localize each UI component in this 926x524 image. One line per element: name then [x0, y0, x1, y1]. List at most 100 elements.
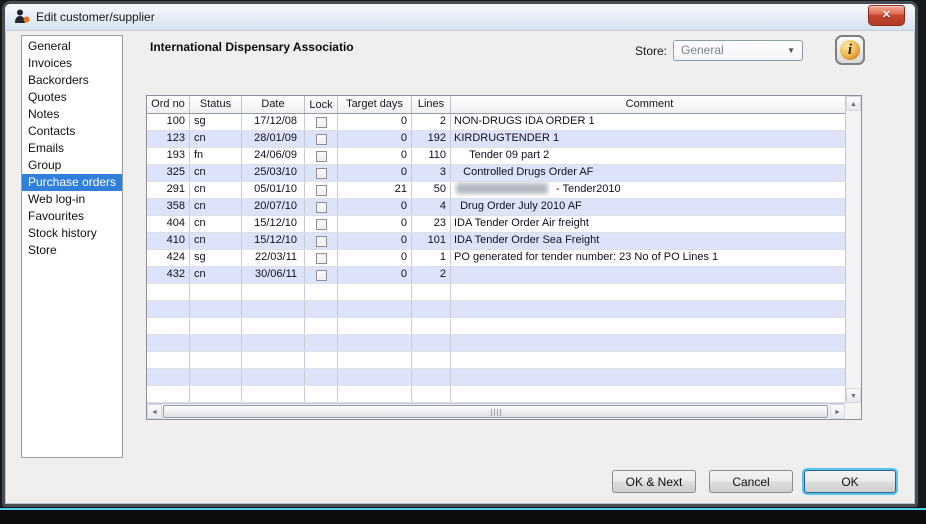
column-header-comment[interactable]: Comment [451, 96, 845, 113]
cell-empty [338, 301, 412, 317]
table-body: 100sg17/12/0802NON-DRUGS IDA ORDER 1123c… [147, 114, 845, 403]
scroll-left-icon[interactable]: ◄ [147, 404, 162, 419]
comment-text: Drug Order July 2010 AF [454, 200, 582, 212]
lock-checkbox[interactable] [316, 151, 327, 162]
cell-target-days: 0 [338, 148, 412, 164]
cell-status: cn [190, 199, 242, 215]
table-row[interactable]: 291cn05/01/102150- Tender2010 [147, 182, 845, 199]
cell-empty [147, 369, 190, 385]
table-row[interactable]: 100sg17/12/0802NON-DRUGS IDA ORDER 1 [147, 114, 845, 131]
ok-button[interactable]: OK [804, 470, 896, 493]
cell-empty [338, 318, 412, 334]
cell-lines: 4 [412, 199, 451, 215]
sidebar-item-store[interactable]: Store [22, 242, 122, 259]
cell-ord-no: 291 [147, 182, 190, 198]
table-row[interactable]: 358cn20/07/1004 Drug Order July 2010 AF [147, 199, 845, 216]
scroll-up-icon[interactable]: ▲ [846, 96, 861, 111]
sidebar-item-favourites[interactable]: Favourites [22, 208, 122, 225]
table-row[interactable]: 193fn24/06/090110 Tender 09 part 2 [147, 148, 845, 165]
cell-empty [338, 335, 412, 351]
cell-empty [190, 386, 242, 402]
cell-ord-no: 432 [147, 267, 190, 283]
cell-empty [412, 386, 451, 402]
comment-text: - Tender2010 [556, 183, 621, 195]
scroll-right-icon[interactable]: ► [830, 404, 845, 419]
cancel-button[interactable]: Cancel [709, 470, 793, 493]
lock-checkbox[interactable] [316, 270, 327, 281]
sidebar-item-quotes[interactable]: Quotes [22, 89, 122, 106]
horizontal-scroll-thumb[interactable] [163, 405, 828, 418]
cell-empty [190, 352, 242, 368]
cell-empty [147, 318, 190, 334]
column-header-target[interactable]: Target days [338, 96, 412, 113]
vertical-scrollbar[interactable]: ▲ ▼ [845, 96, 861, 403]
table-row[interactable]: 123cn28/01/090192KIRDRUGTENDER 1 [147, 131, 845, 148]
cell-comment: PO generated for tender number: 23 No of… [451, 250, 845, 266]
cell-ord-no: 424 [147, 250, 190, 266]
scroll-down-icon[interactable]: ▼ [846, 388, 861, 403]
cell-ord-no: 100 [147, 114, 190, 130]
sidebar-item-contacts[interactable]: Contacts [22, 123, 122, 140]
store-dropdown[interactable]: General ▼ [673, 40, 803, 61]
sidebar: GeneralInvoicesBackordersQuotesNotesCont… [21, 35, 123, 458]
column-header-date[interactable]: Date [242, 96, 305, 113]
cell-empty [305, 335, 338, 351]
table-row[interactable]: 410cn15/12/100101IDA Tender Order Sea Fr… [147, 233, 845, 250]
cell-empty [147, 386, 190, 402]
table-row[interactable]: 404cn15/12/10023IDA Tender Order Air fre… [147, 216, 845, 233]
column-header-lock[interactable]: Lock [305, 96, 338, 113]
cell-empty [412, 352, 451, 368]
cell-empty [305, 318, 338, 334]
table-row[interactable]: 424sg22/03/1101PO generated for tender n… [147, 250, 845, 267]
cell-date: 30/06/11 [242, 267, 305, 283]
table-row[interactable]: 432cn30/06/1102 [147, 267, 845, 284]
cell-empty [147, 352, 190, 368]
close-icon[interactable]: ✕ [868, 5, 905, 26]
lock-checkbox[interactable] [316, 134, 327, 145]
ok-and-next-button[interactable]: OK & Next [612, 470, 696, 493]
lock-checkbox[interactable] [316, 185, 327, 196]
lock-checkbox[interactable] [316, 168, 327, 179]
cell-empty [451, 318, 845, 334]
cell-lines: 1 [412, 250, 451, 266]
sidebar-item-web-log-in[interactable]: Web log-in [22, 191, 122, 208]
cell-empty [412, 369, 451, 385]
sidebar-item-emails[interactable]: Emails [22, 140, 122, 157]
sidebar-item-notes[interactable]: Notes [22, 106, 122, 123]
column-header-lines[interactable]: Lines [412, 96, 451, 113]
cell-empty [242, 318, 305, 334]
customer-name-label: International Dispensary Associatio [150, 40, 354, 54]
sidebar-item-invoices[interactable]: Invoices [22, 55, 122, 72]
sidebar-item-backorders[interactable]: Backorders [22, 72, 122, 89]
lock-checkbox[interactable] [316, 117, 327, 128]
lock-checkbox[interactable] [316, 253, 327, 264]
cell-empty [147, 284, 190, 300]
sidebar-item-purchase-orders[interactable]: Purchase orders [22, 174, 122, 191]
cell-empty [190, 284, 242, 300]
table-row-empty [147, 318, 845, 335]
horizontal-scrollbar[interactable]: ◄ ► [147, 403, 845, 419]
cell-empty [190, 301, 242, 317]
sidebar-item-group[interactable]: Group [22, 157, 122, 174]
sidebar-item-stock-history[interactable]: Stock history [22, 225, 122, 242]
table-row[interactable]: 325cn25/03/1003 Controlled Drugs Order A… [147, 165, 845, 182]
cell-ord-no: 325 [147, 165, 190, 181]
cell-empty [190, 335, 242, 351]
sidebar-item-general[interactable]: General [22, 38, 122, 55]
cell-lock [305, 233, 338, 249]
lock-checkbox[interactable] [316, 202, 327, 213]
column-header-status[interactable]: Status [190, 96, 242, 113]
info-button[interactable]: i [835, 35, 865, 65]
cell-lines: 192 [412, 131, 451, 147]
cell-date: 05/01/10 [242, 182, 305, 198]
lock-checkbox[interactable] [316, 236, 327, 247]
cell-status: cn [190, 267, 242, 283]
redacted-text [456, 183, 548, 194]
column-header-ord[interactable]: Ord no [147, 96, 190, 113]
comment-text: IDA Tender Order Air freight [454, 217, 589, 229]
cell-ord-no: 123 [147, 131, 190, 147]
cell-empty [242, 369, 305, 385]
lock-checkbox[interactable] [316, 219, 327, 230]
cell-empty [305, 369, 338, 385]
cell-lines: 23 [412, 216, 451, 232]
